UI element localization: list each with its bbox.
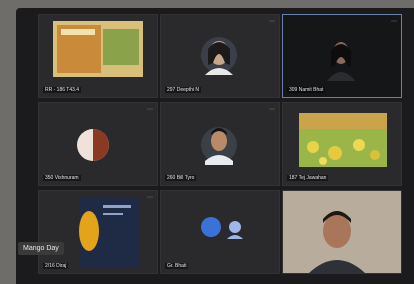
participant-tile-7[interactable]: ⋯ 2/16 Diraj bbox=[38, 190, 158, 274]
more-options-icon[interactable]: ⋯ bbox=[147, 194, 153, 201]
participant-name: 297 Deepthi N bbox=[165, 87, 201, 93]
participant-tile-1[interactable]: RR - 186 T43.4 bbox=[38, 14, 158, 98]
participant-video bbox=[201, 37, 237, 75]
more-options-icon[interactable]: ⋯ bbox=[269, 106, 275, 113]
shared-image-thumbnail bbox=[299, 113, 387, 167]
participant-video bbox=[283, 191, 401, 273]
participant-name: 2/16 Diraj bbox=[43, 263, 69, 269]
participant-name: RR - 186 T43.4 bbox=[43, 87, 82, 93]
participant-name: 260 Bill Tyro bbox=[165, 175, 197, 181]
participant-tile-8[interactable]: Gr. Bhati bbox=[160, 190, 280, 274]
participant-tile-4[interactable]: ⋯ 350 Vishnuram bbox=[38, 102, 158, 186]
shared-screen-thumbnail bbox=[53, 21, 143, 77]
participant-name: 187 Tej Jawahan bbox=[287, 175, 329, 181]
participant-tile-6[interactable]: 187 Tej Jawahan bbox=[282, 102, 402, 186]
participant-avatar bbox=[201, 217, 243, 239]
participant-tile-9[interactable] bbox=[282, 190, 402, 274]
more-options-icon[interactable]: ⋯ bbox=[391, 18, 397, 25]
participant-name: 309 Namit Bhat bbox=[287, 87, 326, 93]
participant-video bbox=[283, 15, 401, 97]
more-options-icon[interactable]: ⋯ bbox=[147, 106, 153, 113]
participant-tile-5[interactable]: ⋯ 260 Bill Tyro bbox=[160, 102, 280, 186]
participant-name: 350 Vishnuram bbox=[43, 175, 81, 181]
shared-slide-thumbnail bbox=[79, 197, 139, 267]
more-options-icon[interactable]: ⋯ bbox=[269, 18, 275, 25]
video-conference-screen: RR - 186 T43.4 ⋯ 297 Deepthi N ⋯ 309 Nam… bbox=[16, 8, 414, 284]
participant-tile-3[interactable]: ⋯ 309 Namit Bhat bbox=[282, 14, 402, 98]
participant-video bbox=[77, 129, 109, 161]
participant-name: Gr. Bhati bbox=[165, 263, 189, 269]
pip-label: Mango Day bbox=[18, 242, 64, 255]
participant-video bbox=[201, 127, 237, 165]
participant-tile-2[interactable]: ⋯ 297 Deepthi N bbox=[160, 14, 280, 98]
